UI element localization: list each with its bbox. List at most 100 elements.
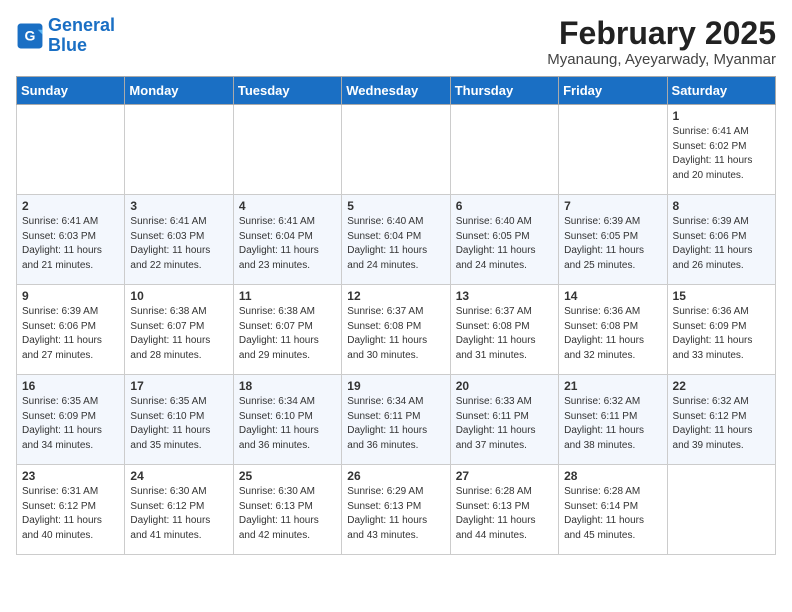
calendar-cell: 8 Sunrise: 6:39 AM Sunset: 6:06 PM Daylig… <box>667 195 775 285</box>
day-detail: Sunrise: 6:41 AM Sunset: 6:03 PM Dayligh… <box>22 215 119 273</box>
logo-general: General <box>48 15 115 35</box>
page-header: G General Blue February 2025 Myanaung, A… <box>16 16 776 68</box>
calendar-week-0: 1 Sunrise: 6:41 AM Sunset: 6:02 PM Daylig… <box>17 105 776 195</box>
weekday-header-row: SundayMondayTuesdayWednesdayThursdayFrid… <box>17 77 776 105</box>
calendar-cell <box>667 465 775 555</box>
day-number: 28 <box>564 469 661 483</box>
calendar-cell: 28 Sunrise: 6:28 AM Sunset: 6:14 PM Dayli… <box>559 465 667 555</box>
day-number: 21 <box>564 379 661 393</box>
weekday-header-wednesday: Wednesday <box>342 77 450 105</box>
calendar-cell: 27 Sunrise: 6:28 AM Sunset: 6:13 PM Dayli… <box>450 465 558 555</box>
day-number: 10 <box>130 289 227 303</box>
day-number: 14 <box>564 289 661 303</box>
weekday-header-friday: Friday <box>559 77 667 105</box>
day-number: 8 <box>673 199 770 213</box>
calendar-cell <box>125 105 233 195</box>
calendar-cell: 20 Sunrise: 6:33 AM Sunset: 6:11 PM Dayli… <box>450 375 558 465</box>
calendar-cell: 26Sunrise: 6:29 AM Sunset: 6:13 PM Dayli… <box>342 465 450 555</box>
day-detail: Sunrise: 6:36 AM Sunset: 6:09 PM Dayligh… <box>673 305 770 363</box>
day-detail: Sunrise: 6:38 AM Sunset: 6:07 PM Dayligh… <box>239 305 336 363</box>
day-detail: Sunrise: 6:28 AM Sunset: 6:13 PM Dayligh… <box>456 485 553 543</box>
calendar-cell <box>450 105 558 195</box>
day-detail: Sunrise: 6:35 AM Sunset: 6:10 PM Dayligh… <box>130 395 227 453</box>
day-detail: Sunrise: 6:41 AM Sunset: 6:04 PM Dayligh… <box>239 215 336 273</box>
calendar-cell: 4 Sunrise: 6:41 AM Sunset: 6:04 PM Daylig… <box>233 195 341 285</box>
calendar-cell: 2 Sunrise: 6:41 AM Sunset: 6:03 PM Daylig… <box>17 195 125 285</box>
day-number: 3 <box>130 199 227 213</box>
calendar-subtitle: Myanaung, Ayeyarwady, Myanmar <box>547 51 776 68</box>
weekday-header-saturday: Saturday <box>667 77 775 105</box>
calendar-cell: 3 Sunrise: 6:41 AM Sunset: 6:03 PM Daylig… <box>125 195 233 285</box>
day-number: 19 <box>347 379 444 393</box>
day-number: 23 <box>22 469 119 483</box>
day-detail: Sunrise: 6:39 AM Sunset: 6:06 PM Dayligh… <box>22 305 119 363</box>
day-number: 13 <box>456 289 553 303</box>
weekday-header-sunday: Sunday <box>17 77 125 105</box>
day-detail: Sunrise: 6:32 AM Sunset: 6:11 PM Dayligh… <box>564 395 661 453</box>
calendar-cell: 17 Sunrise: 6:35 AM Sunset: 6:10 PM Dayli… <box>125 375 233 465</box>
day-number: 4 <box>239 199 336 213</box>
day-number: 27 <box>456 469 553 483</box>
day-number: 12 <box>347 289 444 303</box>
day-number: 24 <box>130 469 227 483</box>
day-number: 20 <box>456 379 553 393</box>
weekday-header-monday: Monday <box>125 77 233 105</box>
day-number: 9 <box>22 289 119 303</box>
day-detail: Sunrise: 6:37 AM Sunset: 6:08 PM Dayligh… <box>347 305 444 363</box>
calendar-cell <box>342 105 450 195</box>
calendar-cell: 21 Sunrise: 6:32 AM Sunset: 6:11 PM Dayli… <box>559 375 667 465</box>
title-block: February 2025 Myanaung, Ayeyarwady, Myan… <box>547 16 776 68</box>
day-detail: Sunrise: 6:33 AM Sunset: 6:11 PM Dayligh… <box>456 395 553 453</box>
day-number: 2 <box>22 199 119 213</box>
logo: G General Blue <box>16 16 115 56</box>
weekday-header-thursday: Thursday <box>450 77 558 105</box>
calendar-cell: 13 Sunrise: 6:37 AM Sunset: 6:08 PM Dayli… <box>450 285 558 375</box>
calendar-cell: 19 Sunrise: 6:34 AM Sunset: 6:11 PM Dayli… <box>342 375 450 465</box>
calendar-cell: 14Sunrise: 6:36 AM Sunset: 6:08 PM Dayli… <box>559 285 667 375</box>
day-number: 16 <box>22 379 119 393</box>
calendar-table: SundayMondayTuesdayWednesdayThursdayFrid… <box>16 76 776 555</box>
day-detail: Sunrise: 6:31 AM Sunset: 6:12 PM Dayligh… <box>22 485 119 543</box>
day-number: 5 <box>347 199 444 213</box>
day-number: 6 <box>456 199 553 213</box>
calendar-week-3: 16 Sunrise: 6:35 AM Sunset: 6:09 PM Dayli… <box>17 375 776 465</box>
day-number: 18 <box>239 379 336 393</box>
day-detail: Sunrise: 6:40 AM Sunset: 6:05 PM Dayligh… <box>456 215 553 273</box>
calendar-cell <box>17 105 125 195</box>
day-number: 17 <box>130 379 227 393</box>
day-detail: Sunrise: 6:32 AM Sunset: 6:12 PM Dayligh… <box>673 395 770 453</box>
calendar-cell: 7 Sunrise: 6:39 AM Sunset: 6:05 PM Daylig… <box>559 195 667 285</box>
calendar-cell: 9 Sunrise: 6:39 AM Sunset: 6:06 PM Daylig… <box>17 285 125 375</box>
day-detail: Sunrise: 6:30 AM Sunset: 6:12 PM Dayligh… <box>130 485 227 543</box>
day-number: 11 <box>239 289 336 303</box>
day-detail: Sunrise: 6:41 AM Sunset: 6:02 PM Dayligh… <box>673 125 770 183</box>
calendar-cell <box>559 105 667 195</box>
calendar-cell: 16 Sunrise: 6:35 AM Sunset: 6:09 PM Dayli… <box>17 375 125 465</box>
day-detail: Sunrise: 6:39 AM Sunset: 6:06 PM Dayligh… <box>673 215 770 273</box>
day-number: 15 <box>673 289 770 303</box>
day-detail: Sunrise: 6:39 AM Sunset: 6:05 PM Dayligh… <box>564 215 661 273</box>
day-detail: Sunrise: 6:34 AM Sunset: 6:10 PM Dayligh… <box>239 395 336 453</box>
day-number: 1 <box>673 109 770 123</box>
calendar-cell: 18 Sunrise: 6:34 AM Sunset: 6:10 PM Dayli… <box>233 375 341 465</box>
day-number: 7 <box>564 199 661 213</box>
day-detail: Sunrise: 6:37 AM Sunset: 6:08 PM Dayligh… <box>456 305 553 363</box>
day-number: 25 <box>239 469 336 483</box>
weekday-header-tuesday: Tuesday <box>233 77 341 105</box>
calendar-cell: 12 Sunrise: 6:37 AM Sunset: 6:08 PM Dayli… <box>342 285 450 375</box>
day-detail: Sunrise: 6:34 AM Sunset: 6:11 PM Dayligh… <box>347 395 444 453</box>
calendar-cell: 6 Sunrise: 6:40 AM Sunset: 6:05 PM Daylig… <box>450 195 558 285</box>
day-number: 22 <box>673 379 770 393</box>
calendar-week-1: 2 Sunrise: 6:41 AM Sunset: 6:03 PM Daylig… <box>17 195 776 285</box>
calendar-week-4: 23 Sunrise: 6:31 AM Sunset: 6:12 PM Dayli… <box>17 465 776 555</box>
calendar-cell: 10Sunrise: 6:38 AM Sunset: 6:07 PM Dayli… <box>125 285 233 375</box>
day-detail: Sunrise: 6:28 AM Sunset: 6:14 PM Dayligh… <box>564 485 661 543</box>
day-detail: Sunrise: 6:35 AM Sunset: 6:09 PM Dayligh… <box>22 395 119 453</box>
calendar-cell <box>233 105 341 195</box>
svg-text:G: G <box>25 27 36 43</box>
calendar-cell: 11 Sunrise: 6:38 AM Sunset: 6:07 PM Dayli… <box>233 285 341 375</box>
calendar-cell: 22 Sunrise: 6:32 AM Sunset: 6:12 PM Dayli… <box>667 375 775 465</box>
day-number: 26 <box>347 469 444 483</box>
logo-blue: Blue <box>48 35 87 55</box>
day-detail: Sunrise: 6:41 AM Sunset: 6:03 PM Dayligh… <box>130 215 227 273</box>
